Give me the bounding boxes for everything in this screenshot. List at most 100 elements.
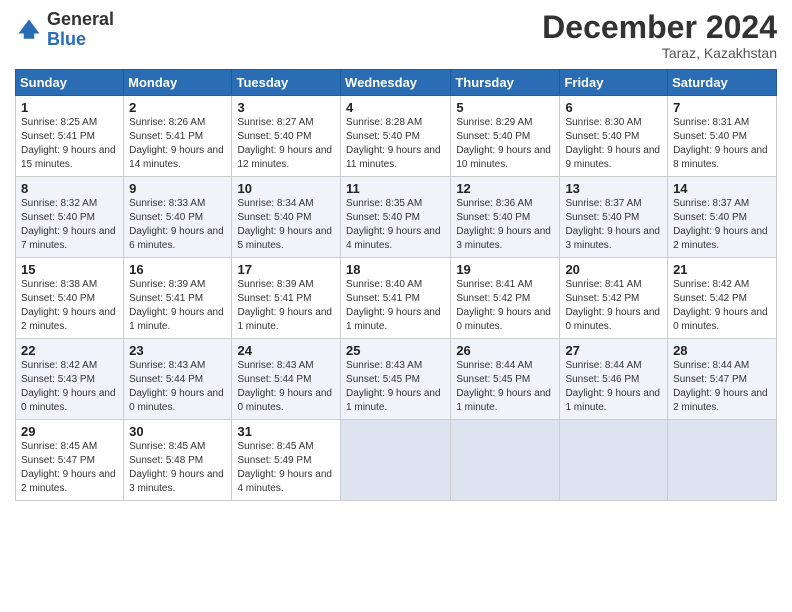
day-info: Sunrise: 8:37 AM Sunset: 5:40 PM Dayligh… [565, 197, 662, 253]
month-title: December 2024 [542, 10, 777, 45]
day-info: Sunrise: 8:30 AM Sunset: 5:40 PM Dayligh… [565, 116, 662, 172]
logo: General Blue [15, 10, 114, 50]
calendar-week-row: 29Sunrise: 8:45 AM Sunset: 5:47 PM Dayli… [16, 420, 777, 501]
day-number: 30 [129, 424, 226, 439]
calendar-cell: 1Sunrise: 8:25 AM Sunset: 5:41 PM Daylig… [16, 96, 124, 177]
calendar-cell: 30Sunrise: 8:45 AM Sunset: 5:48 PM Dayli… [124, 420, 232, 501]
calendar-body: 1Sunrise: 8:25 AM Sunset: 5:41 PM Daylig… [16, 96, 777, 501]
day-info: Sunrise: 8:44 AM Sunset: 5:45 PM Dayligh… [456, 359, 554, 415]
calendar-page: General Blue December 2024 Taraz, Kazakh… [0, 0, 792, 612]
location: Taraz, Kazakhstan [542, 45, 777, 61]
logo-general: General [47, 10, 114, 30]
day-number: 25 [346, 343, 445, 358]
title-block: December 2024 Taraz, Kazakhstan [542, 10, 777, 61]
weekday-header-sunday: Sunday [16, 70, 124, 96]
day-info: Sunrise: 8:44 AM Sunset: 5:47 PM Dayligh… [673, 359, 771, 415]
day-info: Sunrise: 8:38 AM Sunset: 5:40 PM Dayligh… [21, 278, 118, 334]
weekday-header-monday: Monday [124, 70, 232, 96]
day-info: Sunrise: 8:37 AM Sunset: 5:40 PM Dayligh… [673, 197, 771, 253]
day-info: Sunrise: 8:41 AM Sunset: 5:42 PM Dayligh… [456, 278, 554, 334]
logo-text: General Blue [47, 10, 114, 50]
day-info: Sunrise: 8:34 AM Sunset: 5:40 PM Dayligh… [237, 197, 335, 253]
calendar-week-row: 15Sunrise: 8:38 AM Sunset: 5:40 PM Dayli… [16, 258, 777, 339]
day-info: Sunrise: 8:43 AM Sunset: 5:44 PM Dayligh… [237, 359, 335, 415]
calendar-cell: 9Sunrise: 8:33 AM Sunset: 5:40 PM Daylig… [124, 177, 232, 258]
day-number: 16 [129, 262, 226, 277]
weekday-header-friday: Friday [560, 70, 668, 96]
calendar-cell: 23Sunrise: 8:43 AM Sunset: 5:44 PM Dayli… [124, 339, 232, 420]
calendar-week-row: 22Sunrise: 8:42 AM Sunset: 5:43 PM Dayli… [16, 339, 777, 420]
calendar-cell: 16Sunrise: 8:39 AM Sunset: 5:41 PM Dayli… [124, 258, 232, 339]
weekday-header-wednesday: Wednesday [341, 70, 451, 96]
calendar-cell: 18Sunrise: 8:40 AM Sunset: 5:41 PM Dayli… [341, 258, 451, 339]
calendar-cell: 21Sunrise: 8:42 AM Sunset: 5:42 PM Dayli… [668, 258, 777, 339]
calendar-header: SundayMondayTuesdayWednesdayThursdayFrid… [16, 70, 777, 96]
day-info: Sunrise: 8:45 AM Sunset: 5:48 PM Dayligh… [129, 440, 226, 496]
calendar-cell: 31Sunrise: 8:45 AM Sunset: 5:49 PM Dayli… [232, 420, 341, 501]
day-number: 28 [673, 343, 771, 358]
day-number: 13 [565, 181, 662, 196]
day-info: Sunrise: 8:39 AM Sunset: 5:41 PM Dayligh… [129, 278, 226, 334]
calendar-table: SundayMondayTuesdayWednesdayThursdayFrid… [15, 69, 777, 501]
day-info: Sunrise: 8:35 AM Sunset: 5:40 PM Dayligh… [346, 197, 445, 253]
day-number: 3 [237, 100, 335, 115]
calendar-cell: 11Sunrise: 8:35 AM Sunset: 5:40 PM Dayli… [341, 177, 451, 258]
day-number: 23 [129, 343, 226, 358]
day-number: 17 [237, 262, 335, 277]
day-info: Sunrise: 8:27 AM Sunset: 5:40 PM Dayligh… [237, 116, 335, 172]
calendar-cell: 17Sunrise: 8:39 AM Sunset: 5:41 PM Dayli… [232, 258, 341, 339]
day-info: Sunrise: 8:31 AM Sunset: 5:40 PM Dayligh… [673, 116, 771, 172]
weekday-header-tuesday: Tuesday [232, 70, 341, 96]
day-number: 18 [346, 262, 445, 277]
day-number: 19 [456, 262, 554, 277]
header: General Blue December 2024 Taraz, Kazakh… [15, 10, 777, 61]
calendar-cell: 4Sunrise: 8:28 AM Sunset: 5:40 PM Daylig… [341, 96, 451, 177]
calendar-cell: 29Sunrise: 8:45 AM Sunset: 5:47 PM Dayli… [16, 420, 124, 501]
day-info: Sunrise: 8:43 AM Sunset: 5:44 PM Dayligh… [129, 359, 226, 415]
calendar-cell: 13Sunrise: 8:37 AM Sunset: 5:40 PM Dayli… [560, 177, 668, 258]
calendar-cell: 22Sunrise: 8:42 AM Sunset: 5:43 PM Dayli… [16, 339, 124, 420]
calendar-cell: 15Sunrise: 8:38 AM Sunset: 5:40 PM Dayli… [16, 258, 124, 339]
calendar-cell [560, 420, 668, 501]
day-info: Sunrise: 8:39 AM Sunset: 5:41 PM Dayligh… [237, 278, 335, 334]
calendar-cell: 26Sunrise: 8:44 AM Sunset: 5:45 PM Dayli… [451, 339, 560, 420]
calendar-week-row: 8Sunrise: 8:32 AM Sunset: 5:40 PM Daylig… [16, 177, 777, 258]
calendar-cell: 2Sunrise: 8:26 AM Sunset: 5:41 PM Daylig… [124, 96, 232, 177]
day-number: 29 [21, 424, 118, 439]
calendar-cell: 25Sunrise: 8:43 AM Sunset: 5:45 PM Dayli… [341, 339, 451, 420]
day-info: Sunrise: 8:45 AM Sunset: 5:49 PM Dayligh… [237, 440, 335, 496]
day-info: Sunrise: 8:43 AM Sunset: 5:45 PM Dayligh… [346, 359, 445, 415]
logo-icon [15, 16, 43, 44]
day-number: 11 [346, 181, 445, 196]
calendar-cell: 27Sunrise: 8:44 AM Sunset: 5:46 PM Dayli… [560, 339, 668, 420]
calendar-cell: 14Sunrise: 8:37 AM Sunset: 5:40 PM Dayli… [668, 177, 777, 258]
day-number: 8 [21, 181, 118, 196]
day-number: 31 [237, 424, 335, 439]
day-info: Sunrise: 8:44 AM Sunset: 5:46 PM Dayligh… [565, 359, 662, 415]
calendar-cell: 5Sunrise: 8:29 AM Sunset: 5:40 PM Daylig… [451, 96, 560, 177]
day-info: Sunrise: 8:42 AM Sunset: 5:43 PM Dayligh… [21, 359, 118, 415]
weekday-row: SundayMondayTuesdayWednesdayThursdayFrid… [16, 70, 777, 96]
calendar-cell: 19Sunrise: 8:41 AM Sunset: 5:42 PM Dayli… [451, 258, 560, 339]
day-number: 7 [673, 100, 771, 115]
calendar-cell: 20Sunrise: 8:41 AM Sunset: 5:42 PM Dayli… [560, 258, 668, 339]
logo-blue: Blue [47, 30, 114, 50]
day-number: 6 [565, 100, 662, 115]
calendar-cell [451, 420, 560, 501]
day-info: Sunrise: 8:26 AM Sunset: 5:41 PM Dayligh… [129, 116, 226, 172]
calendar-cell: 12Sunrise: 8:36 AM Sunset: 5:40 PM Dayli… [451, 177, 560, 258]
calendar-cell: 3Sunrise: 8:27 AM Sunset: 5:40 PM Daylig… [232, 96, 341, 177]
day-number: 21 [673, 262, 771, 277]
day-number: 24 [237, 343, 335, 358]
day-number: 12 [456, 181, 554, 196]
day-number: 14 [673, 181, 771, 196]
day-number: 9 [129, 181, 226, 196]
calendar-cell [668, 420, 777, 501]
day-number: 4 [346, 100, 445, 115]
day-info: Sunrise: 8:25 AM Sunset: 5:41 PM Dayligh… [21, 116, 118, 172]
calendar-cell: 6Sunrise: 8:30 AM Sunset: 5:40 PM Daylig… [560, 96, 668, 177]
day-info: Sunrise: 8:28 AM Sunset: 5:40 PM Dayligh… [346, 116, 445, 172]
day-info: Sunrise: 8:41 AM Sunset: 5:42 PM Dayligh… [565, 278, 662, 334]
day-number: 27 [565, 343, 662, 358]
day-number: 26 [456, 343, 554, 358]
